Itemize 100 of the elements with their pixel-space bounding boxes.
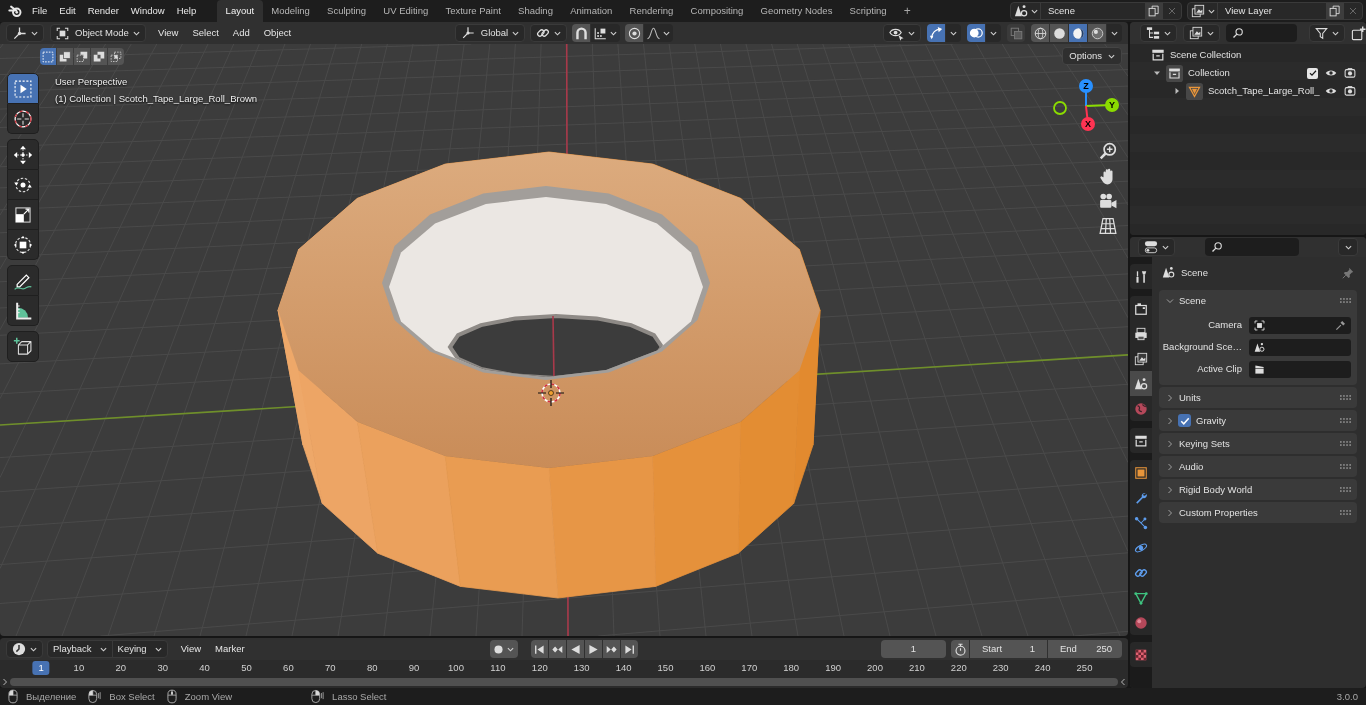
workspace-tab[interactable]: Sculpting (318, 0, 375, 22)
falloff-dropdown[interactable] (644, 24, 673, 42)
playback-button[interactable] (567, 640, 584, 658)
properties-tab[interactable] (1130, 296, 1152, 321)
editor-type-button[interactable] (6, 640, 43, 658)
playhead-label[interactable]: 1 (32, 661, 50, 675)
grip-icon[interactable] (1340, 298, 1351, 303)
panel-title[interactable]: Custom Properties (1179, 507, 1258, 518)
panel-title[interactable]: Audio (1179, 461, 1204, 472)
editor-type-button[interactable] (1138, 238, 1175, 256)
shading-mode-button[interactable] (1050, 24, 1068, 42)
axis-handle[interactable]: Y (1085, 98, 1119, 112)
camera-icon[interactable] (1344, 67, 1356, 79)
select-mode-button[interactable] (91, 48, 107, 65)
add-workspace-button[interactable]: + (895, 0, 920, 22)
record-dropdown[interactable] (490, 640, 518, 658)
zoom-icon[interactable] (1099, 142, 1117, 160)
menu-item[interactable]: View (173, 640, 209, 658)
3d-viewport[interactable]: Options User Perspective (1) Collection | Scotch_Tape_Large_Roll_Brown Z Y X (0, 44, 1128, 636)
expand-arrow-icon[interactable] (1153, 69, 1161, 77)
gizmo-toggle[interactable] (927, 24, 945, 42)
select-mode-button[interactable] (57, 48, 73, 65)
camera-icon[interactable] (1344, 85, 1356, 97)
mode-dropdown[interactable]: Object Mode (50, 24, 146, 42)
copy-button[interactable] (1145, 3, 1163, 19)
menu-item[interactable]: Select (185, 24, 226, 42)
visibility-dropdown[interactable] (883, 24, 921, 42)
playback-button[interactable] (621, 640, 638, 658)
snap-toggle[interactable] (572, 24, 590, 42)
snap-target-dropdown[interactable] (591, 24, 620, 42)
xray-toggle[interactable] (1007, 24, 1025, 42)
workspace-tab[interactable]: Geometry Nodes (752, 0, 841, 22)
dropdown-menu[interactable]: Playback (47, 640, 113, 658)
menu-item[interactable]: File (26, 1, 54, 21)
select-mode-button[interactable] (40, 48, 56, 65)
tool-button[interactable] (7, 200, 39, 230)
menu-item[interactable]: Add (225, 24, 257, 42)
preview-range-button[interactable] (951, 640, 969, 658)
menu-item[interactable]: Edit (53, 1, 82, 21)
panel-title[interactable]: Rigid Body World (1179, 484, 1253, 495)
shading-mode-button[interactable] (1088, 24, 1106, 42)
overlay-options-dropdown[interactable] (986, 24, 1001, 42)
playback-button[interactable] (585, 640, 602, 658)
properties-tab[interactable] (1130, 428, 1152, 453)
editor-type-button[interactable] (6, 24, 44, 42)
editor-type-button[interactable] (1140, 24, 1177, 42)
grip-icon[interactable] (1340, 464, 1351, 469)
dropdown-menu[interactable]: Keying (111, 640, 168, 658)
tool-button[interactable] (7, 73, 39, 104)
menu-item[interactable]: Marker (208, 640, 252, 658)
panel-title[interactable]: Units (1179, 392, 1201, 403)
pivot-dropdown[interactable] (530, 24, 567, 42)
playback-button[interactable] (603, 640, 620, 658)
eyedropper-icon[interactable] (1335, 319, 1346, 331)
tool-button[interactable] (7, 139, 39, 170)
tool-button[interactable] (7, 265, 39, 296)
gizmo-options-dropdown[interactable] (946, 24, 961, 42)
overlay-toggle[interactable] (967, 24, 985, 42)
pin-icon[interactable] (1342, 266, 1354, 279)
panel-title[interactable]: Keying Sets (1179, 438, 1230, 449)
grip-icon[interactable] (1340, 418, 1351, 423)
menu-item[interactable]: Object (256, 24, 299, 42)
chevron-icon[interactable] (1120, 677, 1126, 687)
panel-title[interactable]: Gravity (1196, 415, 1227, 426)
expand-arrow-icon[interactable] (1173, 87, 1181, 95)
clip-field[interactable] (1249, 360, 1351, 378)
proportional-editing-toggle[interactable] (625, 24, 643, 42)
outliner-item[interactable]: Collection (1188, 68, 1230, 78)
checkbox[interactable] (1307, 67, 1318, 79)
negative-axis-handle[interactable] (1053, 101, 1067, 115)
display-mode-button[interactable] (1183, 24, 1220, 42)
logo-icon[interactable] (8, 4, 22, 18)
new-collection-button[interactable] (1351, 25, 1366, 41)
tool-button[interactable] (7, 296, 39, 326)
tool-button[interactable] (7, 170, 39, 200)
tool-button[interactable] (7, 331, 39, 362)
current-frame-field[interactable]: 1 (881, 640, 946, 658)
shading-mode-button[interactable] (1031, 24, 1049, 42)
properties-tab[interactable] (1130, 460, 1152, 485)
tool-button[interactable] (7, 104, 39, 134)
workspace-tab[interactable]: Scripting (841, 0, 896, 22)
properties-tab[interactable] (1130, 371, 1152, 396)
workspace-tab[interactable]: Layout (217, 0, 263, 22)
checkbox[interactable] (1178, 414, 1191, 427)
workspace-tab[interactable]: UV Editing (374, 0, 437, 22)
search-field[interactable] (1205, 238, 1299, 256)
playback-button[interactable] (549, 640, 566, 658)
object-field[interactable] (1249, 316, 1351, 334)
menu-item[interactable]: View (151, 24, 186, 42)
grip-icon[interactable] (1340, 441, 1351, 446)
select-mode-button[interactable] (108, 48, 124, 65)
end-frame-field[interactable]: End 250 (1048, 640, 1122, 658)
copy-button[interactable] (1326, 3, 1344, 19)
grip-icon[interactable] (1340, 510, 1351, 515)
shading-options-dropdown[interactable] (1107, 24, 1122, 42)
workspace-tab[interactable]: Shading (509, 0, 562, 22)
view-layer-name-field[interactable]: View Layer (1218, 6, 1326, 16)
orientation-dropdown[interactable]: Global (455, 24, 525, 42)
tool-button[interactable] (7, 230, 39, 260)
grip-icon[interactable] (1340, 395, 1351, 400)
